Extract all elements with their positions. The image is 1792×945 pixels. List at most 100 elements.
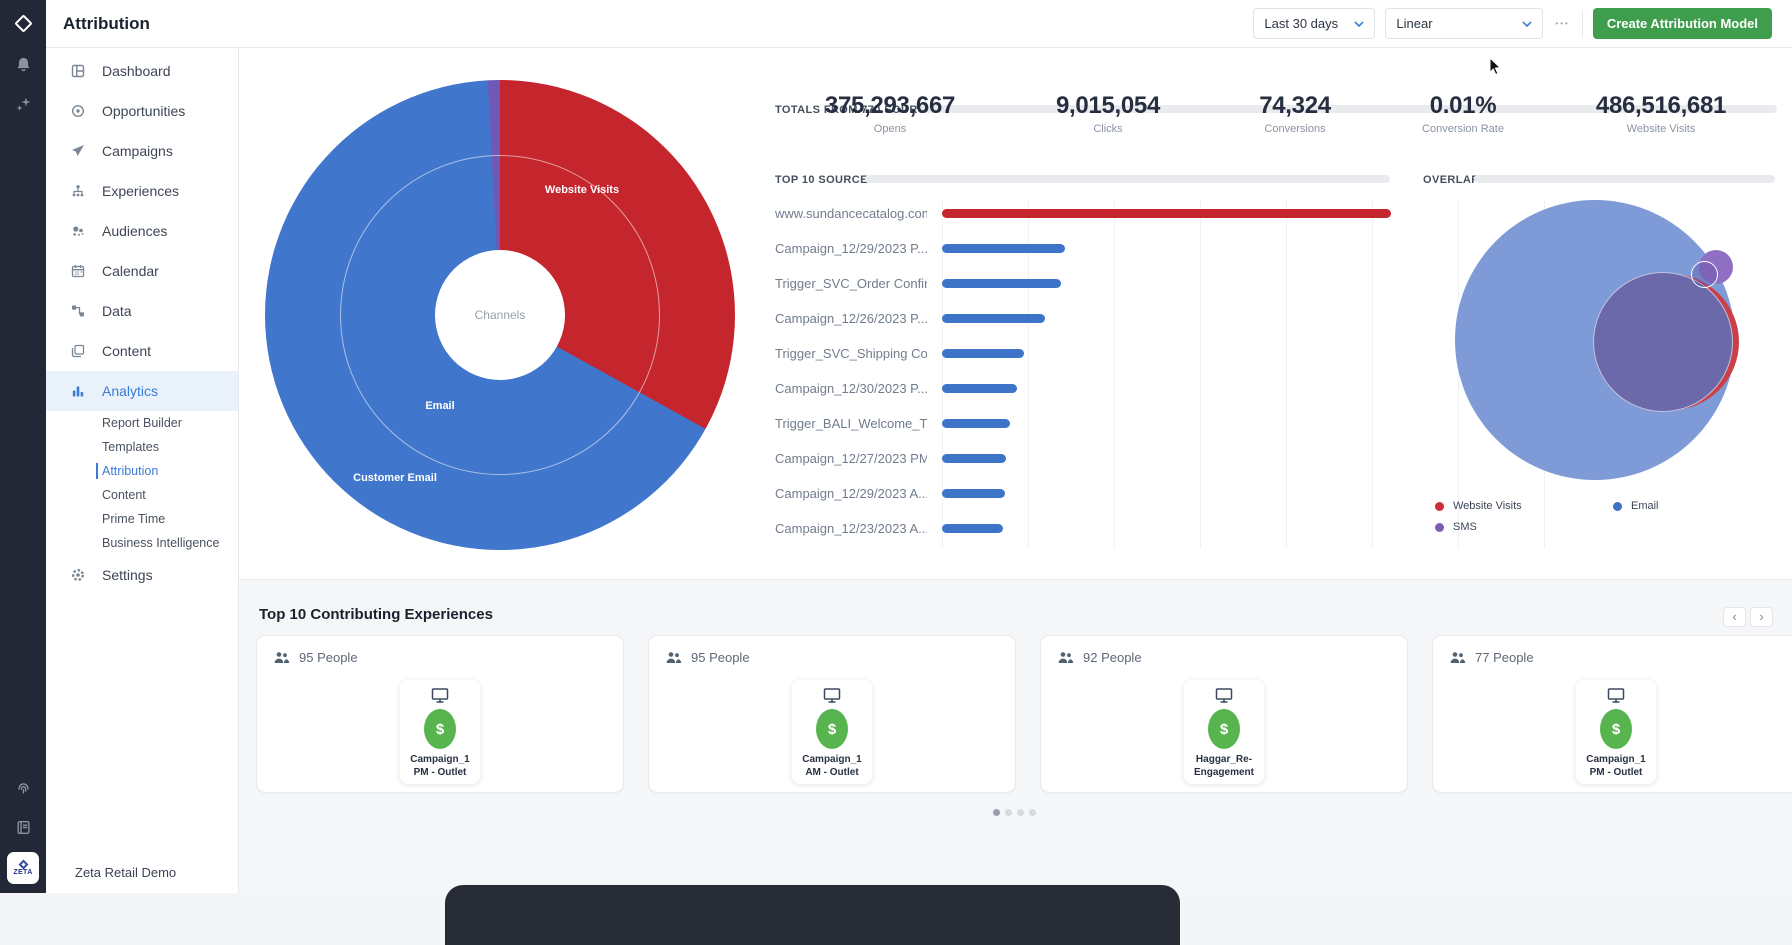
- revenue-dollar-icon: $: [424, 709, 456, 749]
- carousel-dot[interactable]: [993, 809, 1000, 816]
- bar-track: [942, 489, 1546, 498]
- overlap-header-rule: [1474, 175, 1775, 183]
- legend-dot: [1613, 502, 1622, 511]
- source-link[interactable]: Trigger_BALI_Welcome_T...: [775, 416, 927, 431]
- sidebar-item-dashboard[interactable]: Dashboard: [46, 51, 238, 91]
- subitem-business-intelligence[interactable]: Business Intelligence: [46, 531, 238, 555]
- monitor-icon: [1214, 687, 1234, 704]
- source-link[interactable]: Trigger_SVC_Shipping Co...: [775, 346, 927, 361]
- experience-node[interactable]: $ Haggar_Re- Engagement: [1184, 680, 1264, 784]
- main-content: Website Visits Email Customer Email Chan…: [239, 48, 1792, 893]
- stat-clicks: 9,015,054 Clicks: [1056, 92, 1160, 135]
- people-icon: [665, 651, 682, 665]
- source-bar: [942, 209, 1391, 218]
- source-row: Campaign_12/23/2023 A...: [775, 511, 1546, 546]
- source-bar: [942, 349, 1024, 358]
- card-header: 95 People: [665, 650, 999, 665]
- source-row: Campaign_12/30/2023 P...: [775, 371, 1546, 406]
- carousel-next-button[interactable]: ›: [1750, 607, 1773, 627]
- people-count: 95 People: [691, 650, 750, 665]
- sidebar-item-analytics[interactable]: Analytics: [46, 371, 238, 411]
- sidebar-item-opportunities[interactable]: Opportunities: [46, 91, 238, 131]
- experience-card[interactable]: 92 People $ Haggar_Re- Engagement: [1040, 635, 1408, 793]
- carousel-dot[interactable]: [1017, 809, 1024, 816]
- date-range-value: Last 30 days: [1264, 16, 1338, 31]
- sidebar-item-audiences[interactable]: Audiences: [46, 211, 238, 251]
- revenue-dollar-icon: $: [1600, 709, 1632, 749]
- source-link[interactable]: Campaign_12/29/2023 P...: [775, 241, 927, 256]
- experience-node[interactable]: $ Campaign_1 PM - Outlet: [400, 680, 480, 784]
- carousel-dot[interactable]: [1005, 809, 1012, 816]
- source-link[interactable]: Campaign_12/29/2023 A...: [775, 486, 927, 501]
- channels-donut[interactable]: Website Visits Email Customer Email Chan…: [265, 80, 735, 550]
- sidebar-item-content[interactable]: Content: [46, 331, 238, 371]
- source-row: Trigger_BALI_Welcome_T...: [775, 406, 1546, 441]
- experience-node[interactable]: $ Campaign_1 PM - Outlet: [1576, 680, 1656, 784]
- revenue-dollar-icon: $: [816, 709, 848, 749]
- paper-plane-icon: [70, 143, 86, 159]
- chevron-down-icon: [1354, 21, 1364, 27]
- carousel-prev-button[interactable]: ‹: [1723, 607, 1746, 627]
- notifications-bell-icon[interactable]: [0, 56, 46, 73]
- sidebar-item-calendar[interactable]: Calendar: [46, 251, 238, 291]
- subitem-prime-time[interactable]: Prime Time: [46, 507, 238, 531]
- date-range-select[interactable]: Last 30 days: [1253, 8, 1375, 39]
- sparkles-ai-icon[interactable]: [0, 96, 46, 113]
- source-link[interactable]: Trigger_SVC_Order Confir...: [775, 276, 927, 291]
- subitem-report-builder[interactable]: Report Builder: [46, 411, 238, 435]
- attribution-panel: Website Visits Email Customer Email Chan…: [239, 48, 1792, 580]
- source-link[interactable]: Campaign_12/27/2023 PM...: [775, 451, 927, 466]
- experience-card[interactable]: 95 People $ Campaign_1 PM - Outlet: [256, 635, 624, 793]
- source-link[interactable]: Campaign_12/26/2023 P...: [775, 311, 927, 326]
- sidebar-label: Content: [102, 343, 151, 359]
- sidebar-item-campaigns[interactable]: Campaigns: [46, 131, 238, 171]
- stat-value: 375,293,667: [825, 92, 955, 120]
- source-bar: [942, 279, 1061, 288]
- more-options-icon[interactable]: •••: [1553, 19, 1571, 28]
- experience-node[interactable]: $ Campaign_1 AM - Outlet: [792, 680, 872, 784]
- subitem-templates[interactable]: Templates: [46, 435, 238, 459]
- sidebar-item-experiences[interactable]: Experiences: [46, 171, 238, 211]
- source-link[interactable]: Campaign_12/30/2023 P...: [775, 381, 927, 396]
- revenue-dollar-icon: $: [1208, 709, 1240, 749]
- zeta-logo-icon[interactable]: [0, 17, 46, 30]
- header-divider: [1582, 11, 1583, 37]
- experience-cards: 95 People $ Campaign_1 PM - Outlet 95 Pe…: [256, 635, 1792, 793]
- source-bar: [942, 419, 1010, 428]
- sidebar-label: Calendar: [102, 263, 159, 279]
- bottom-sheet-edge: [445, 885, 1180, 945]
- source-row: Campaign_12/27/2023 PM...: [775, 441, 1546, 476]
- donut-label-customer-email: Customer Email: [353, 472, 437, 484]
- fingerprint-icon[interactable]: [0, 779, 46, 796]
- subitem-content[interactable]: Content: [46, 483, 238, 507]
- card-header: 95 People: [273, 650, 607, 665]
- experience-card[interactable]: 95 People $ Campaign_1 AM - Outlet: [648, 635, 1016, 793]
- create-attribution-model-button[interactable]: Create Attribution Model: [1593, 8, 1772, 39]
- zeta-workspace-logo[interactable]: ZETA: [7, 852, 39, 884]
- sidebar-item-data[interactable]: Data: [46, 291, 238, 331]
- carousel-dot[interactable]: [1029, 809, 1036, 816]
- sidebar-item-settings[interactable]: Settings: [46, 555, 238, 595]
- monitor-icon: [822, 687, 842, 704]
- bar-track: [942, 384, 1546, 393]
- donut-center-label: Channels: [475, 308, 526, 322]
- subitem-attribution[interactable]: Attribution: [46, 459, 238, 483]
- legend-email: Email: [1613, 500, 1753, 512]
- experience-card[interactable]: 77 People $ Campaign_1 PM - Outlet: [1432, 635, 1792, 793]
- experience-label: Campaign_1 PM - Outlet: [1586, 754, 1645, 779]
- people-count: 95 People: [299, 650, 358, 665]
- stat-label: Clicks: [1056, 123, 1160, 135]
- data-flow-icon: [70, 303, 86, 319]
- card-header: 92 People: [1057, 650, 1391, 665]
- docs-book-icon[interactable]: [0, 819, 46, 836]
- zeta-diamond-icon: [18, 859, 28, 869]
- source-bar: [942, 314, 1045, 323]
- stat-label: Opens: [825, 123, 955, 135]
- source-link[interactable]: www.sundancecatalog.com: [775, 206, 927, 221]
- carousel-dots: [993, 809, 1036, 816]
- model-type-select[interactable]: Linear: [1385, 8, 1543, 39]
- dashboard-icon: [70, 63, 86, 79]
- source-bar: [942, 489, 1005, 498]
- calendar-icon: [70, 263, 86, 279]
- source-link[interactable]: Campaign_12/23/2023 A...: [775, 521, 927, 536]
